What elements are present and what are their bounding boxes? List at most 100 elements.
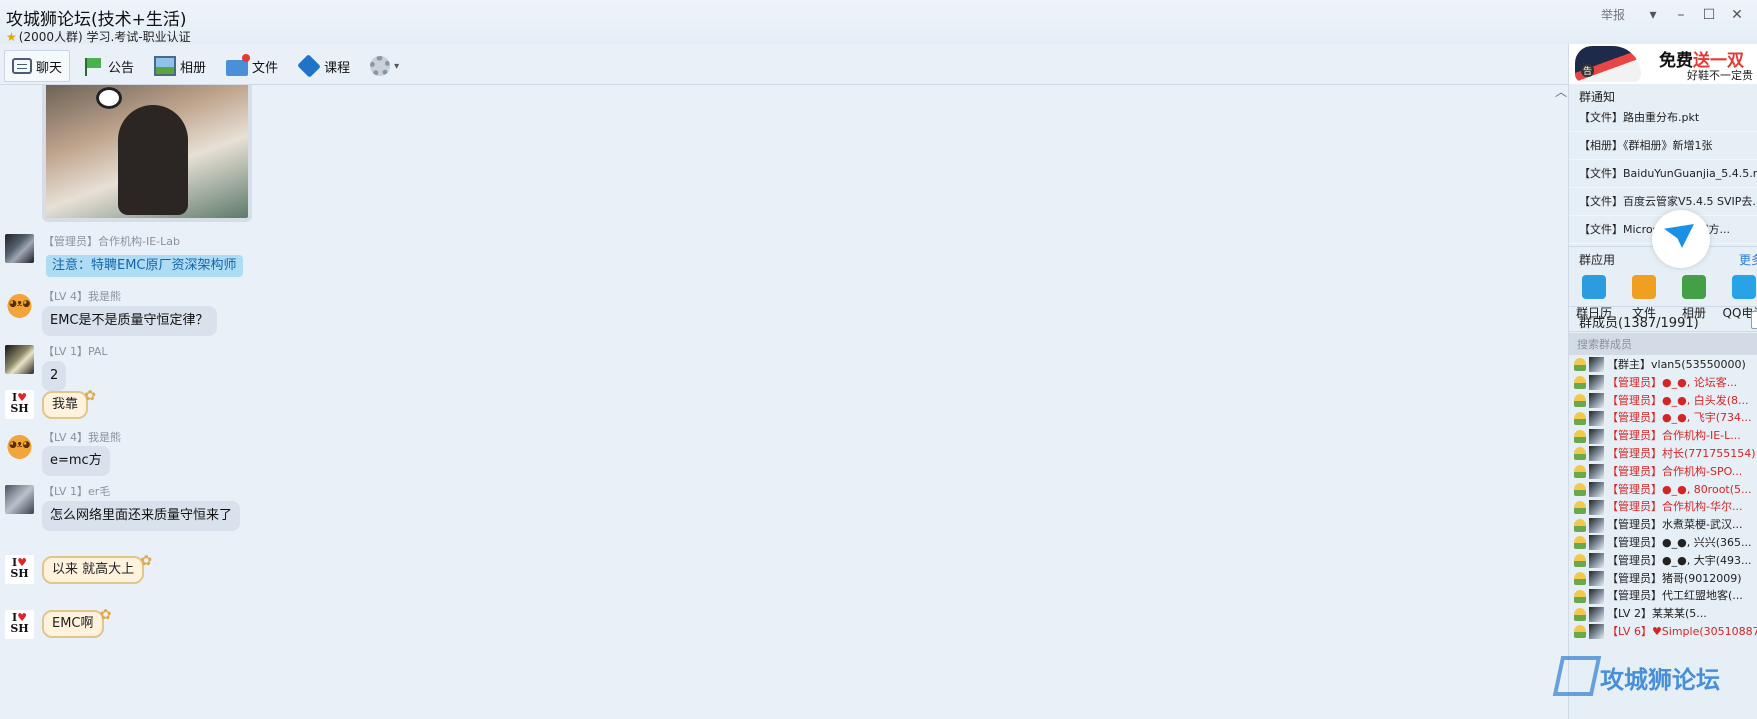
notice-item[interactable]: 【文件】路由重分布.pkt — [1569, 104, 1757, 132]
avatar — [1589, 588, 1604, 604]
chevron-down-icon: ▾ — [394, 60, 400, 72]
member-row[interactable]: 【管理员】猪哥(9012009) — [1569, 570, 1757, 588]
member-name: 【管理员】●_●, 飞宇(734... — [1607, 411, 1752, 425]
member-row[interactable]: 【管理员】●_●, 兴兴(365... — [1569, 534, 1757, 552]
user-icon — [1574, 554, 1586, 568]
member-row[interactable]: 【管理员】●_●, 飞宇(734... — [1569, 409, 1757, 427]
message-bubble: 以来 就高大上 — [42, 549, 152, 584]
settings-button[interactable]: ▾ — [362, 50, 407, 82]
member-row[interactable]: 【管理员】村长(771755154) — [1569, 445, 1757, 463]
user-icon — [1574, 376, 1586, 390]
avatar[interactable]: I♥ SH — [5, 390, 34, 419]
chat-area[interactable]: 【管理员】合作机构-IE-Lab 注意：特聘EMC原厂资深架构师 【LV 4】我… — [0, 85, 1568, 719]
window-title: 攻城狮论坛(技术+生活) — [6, 10, 187, 30]
notice-item[interactable]: 【文件】BaiduYunGuanjia_5.4.5.rar — [1569, 160, 1757, 188]
dropdown-icon[interactable]: ▾ — [1639, 7, 1667, 23]
person-figure — [118, 105, 188, 215]
avatar — [1589, 606, 1604, 622]
apps-heading: 群应用 — [1579, 253, 1616, 267]
user-icon — [1574, 500, 1586, 514]
member-row[interactable]: 【LV 2】某某某(5... — [1569, 605, 1757, 623]
phone-icon — [1732, 275, 1756, 299]
avatar — [1589, 375, 1604, 391]
members-header: 群成员(1387/1991) — [1569, 306, 1757, 332]
tab-album[interactable]: 相册 — [146, 50, 214, 82]
member-row[interactable]: 【管理员】合作机构-SPO... — [1569, 463, 1757, 481]
message-sender: 【管理员】合作机构-IE-Lab — [43, 235, 180, 248]
ad-tag: 告 — [1581, 64, 1595, 77]
ad-banner[interactable]: 告 免费送一双 好鞋不一定贵 — [1569, 44, 1757, 84]
user-icon — [1574, 358, 1586, 372]
member-row[interactable]: 【LV 6】♥Simple(305108879) — [1569, 623, 1757, 641]
user-icon — [1574, 518, 1586, 532]
message-sender: 【LV 1】PAL — [43, 345, 108, 358]
avatar[interactable] — [5, 234, 34, 263]
member-row[interactable]: 【管理员】●_●, 80root(5... — [1569, 481, 1757, 499]
avatar[interactable] — [5, 485, 34, 514]
member-row[interactable]: 【群主】vlan5(53550000) — [1569, 356, 1757, 374]
avatar[interactable] — [5, 431, 34, 460]
member-name: 【管理员】●_●, 白头发(8... — [1607, 393, 1749, 407]
tab-chat[interactable]: 聊天 — [4, 50, 71, 82]
avatar[interactable]: I♥ SH — [5, 610, 34, 639]
notice-heading: 群通知 — [1579, 90, 1616, 104]
member-search[interactable] — [1569, 333, 1757, 355]
member-row[interactable]: 【管理员】代工红盟地客(... — [1569, 587, 1757, 605]
user-icon — [1574, 571, 1586, 585]
maximize-icon[interactable]: ☐ — [1695, 7, 1723, 23]
member-name: 【管理员】●_●, 80root(5... — [1607, 482, 1752, 496]
collapse-panel-icon[interactable]: ︿ — [1555, 83, 1567, 100]
avatar — [1589, 464, 1604, 480]
member-row[interactable]: 【管理员】水煮菜梗-武汉... — [1569, 516, 1757, 534]
folder-icon — [226, 54, 251, 76]
course-icon — [297, 54, 321, 78]
report-button[interactable]: 举报 — [1601, 6, 1625, 23]
member-row[interactable]: 【管理员】●_●, 论坛客... — [1569, 374, 1757, 392]
avatar — [1589, 517, 1604, 533]
avatar[interactable] — [5, 345, 34, 374]
floating-bird-icon[interactable] — [1652, 210, 1710, 268]
member-row[interactable]: 【管理员】合作机构-华尔... — [1569, 498, 1757, 516]
avatar — [1589, 535, 1604, 551]
apps-more-link[interactable]: 更多 — [1739, 251, 1757, 268]
gear-icon — [370, 56, 391, 76]
user-icon — [1574, 447, 1586, 461]
tab-files[interactable]: 文件 — [218, 50, 286, 82]
user-icon — [1574, 465, 1586, 479]
message-sender: 【LV 1】er毛 — [43, 485, 111, 498]
user-icon — [1574, 393, 1586, 407]
notice-item[interactable]: 【文件】百度云管家V5.4.5 SVIP去... — [1569, 188, 1757, 216]
member-row[interactable]: 【管理员】合作机构-IE-L... — [1569, 427, 1757, 445]
avatar — [1589, 624, 1604, 640]
tab-course-label: 课程 — [324, 60, 351, 76]
member-row[interactable]: 【管理员】●_●, 大宇(493... — [1569, 552, 1757, 570]
message-bubble: e=mc方 — [42, 446, 110, 476]
member-list-button[interactable] — [1751, 311, 1757, 329]
close-icon[interactable]: ✕ — [1723, 7, 1751, 23]
message-bubble: EMC是不是质量守恒定律？ — [42, 306, 217, 336]
message-sender: 【LV 4】我是熊 — [43, 290, 121, 303]
star-icon: ★ — [6, 30, 17, 44]
notice-item[interactable]: 【相册】《群相册》新增1张 — [1569, 132, 1757, 160]
message-bubble: 注意：特聘EMC原厂资深架构师 — [46, 255, 243, 277]
avatar[interactable]: I♥ SH — [5, 555, 34, 584]
tab-notice[interactable]: 公告 — [74, 50, 142, 82]
user-icon — [1574, 536, 1586, 550]
avatar — [1589, 428, 1604, 444]
member-row[interactable]: 【管理员】●_●, 白头发(8... — [1569, 392, 1757, 410]
message-sender: 【LV 4】我是熊 — [43, 431, 121, 444]
member-name: 【管理员】●_●, 大宇(493... — [1607, 553, 1752, 567]
user-icon — [1574, 607, 1586, 621]
avatar[interactable] — [5, 290, 34, 319]
tab-course[interactable]: 课程 — [290, 50, 358, 82]
avatar — [1589, 446, 1604, 462]
member-name: 【管理员】●_●, 兴兴(365... — [1607, 535, 1752, 549]
member-name: 【管理员】水煮菜梗-武汉... — [1607, 518, 1743, 532]
window-controls: 举报 ▾ – ☐ ✕ — [1601, 6, 1751, 23]
shared-image[interactable] — [42, 85, 252, 222]
member-list: 【群主】vlan5(53550000) 【管理员】●_●, 论坛客... 【管理员】… — [1569, 356, 1757, 641]
photo-icon — [1682, 275, 1706, 299]
minimize-icon[interactable]: – — [1667, 7, 1695, 23]
member-search-input[interactable] — [1569, 333, 1757, 355]
tab-chat-label: 聊天 — [36, 60, 63, 76]
